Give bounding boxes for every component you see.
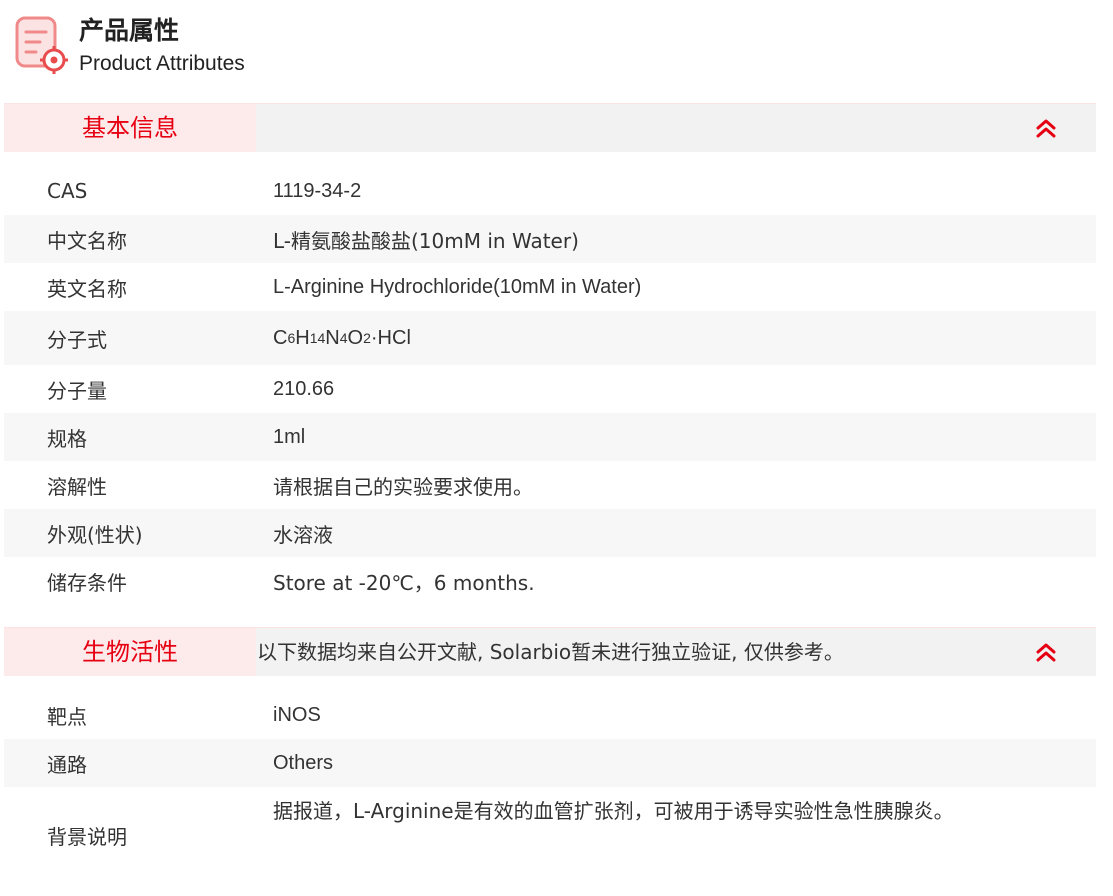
row-value: Store at -20℃，6 months. — [273, 570, 535, 595]
row-label: 溶解性 — [47, 474, 107, 499]
bio-activity-table: 靶点 iNOS 通路 Others 背景说明 据报道，L-Arginine是有效… — [4, 691, 1096, 883]
molecular-formula: C 6 H 14 N 4 O 2 ·HCl — [273, 326, 411, 349]
document-settings-icon — [15, 16, 68, 74]
double-chevron-up-icon[interactable] — [1034, 640, 1058, 664]
page-title-cn: 产品属性 — [79, 16, 180, 45]
tab-basic-info[interactable]: 基本信息 — [4, 104, 256, 152]
product-attributes-header: 产品属性 Product Attributes — [0, 0, 1113, 100]
row-value: Others — [273, 751, 334, 774]
row-label: 通路 — [47, 752, 87, 777]
table-row: 通路 Others — [4, 739, 1096, 787]
disclaimer-note: 以下数据均来自公开文献, Solarbio暂未进行独立验证, 仅供参考。 — [257, 640, 844, 664]
table-row: 靶点 iNOS — [4, 691, 1096, 739]
row-label: CAS — [47, 179, 88, 203]
tab-bio-activity[interactable]: 生物活性 — [4, 628, 256, 676]
page-title-en: Product Attributes — [79, 52, 245, 75]
table-row: 英文名称 L-Arginine Hydrochloride(10mM in Wa… — [4, 263, 1096, 311]
table-row: 外观(性状) 水溶液 — [4, 509, 1096, 557]
row-label: 靶点 — [47, 704, 87, 729]
basic-info-table: CAS 1119-34-2 中文名称 L-精氨酸盐酸盐(10mM in Wate… — [4, 167, 1096, 605]
row-label: 英文名称 — [47, 276, 127, 301]
table-row: 分子式 C 6 H 14 N 4 O 2 ·HCl — [4, 311, 1096, 365]
row-value: iNOS — [273, 703, 321, 726]
row-label: 规格 — [47, 426, 87, 451]
basic-info-section-bar: 基本信息 — [4, 103, 1096, 152]
row-value: 1ml — [273, 425, 306, 448]
row-value: 1119-34-2 — [273, 179, 362, 202]
row-label: 外观(性状) — [47, 522, 143, 547]
row-value: 210.66 — [273, 377, 335, 400]
table-row: 背景说明 据报道，L-Arginine是有效的血管扩张剂，可被用于诱导实验性急性… — [4, 787, 1096, 883]
row-label: 分子量 — [47, 378, 107, 403]
row-label: 中文名称 — [47, 228, 127, 253]
row-label: 背景说明 — [47, 824, 127, 849]
row-value: 水溶液 — [273, 522, 333, 547]
table-row: 分子量 210.66 — [4, 365, 1096, 413]
double-chevron-up-icon[interactable] — [1034, 116, 1058, 140]
row-value: L-Arginine Hydrochloride(10mM in Water) — [273, 275, 642, 298]
table-row: 储存条件 Store at -20℃，6 months. — [4, 557, 1096, 605]
table-row: 规格 1ml — [4, 413, 1096, 461]
bio-activity-section-bar: 生物活性 以下数据均来自公开文献, Solarbio暂未进行独立验证, 仅供参考… — [4, 627, 1096, 676]
table-row: 中文名称 L-精氨酸盐酸盐(10mM in Water) — [4, 215, 1096, 263]
row-value: 请根据自己的实验要求使用。 — [273, 474, 533, 499]
row-value: 据报道，L-Arginine是有效的血管扩张剂，可被用于诱导实验性急性胰腺炎。 — [273, 799, 954, 823]
table-row: CAS 1119-34-2 — [4, 167, 1096, 215]
row-label: 储存条件 — [47, 570, 127, 595]
row-value: L-精氨酸盐酸盐(10mM in Water) — [273, 228, 579, 253]
table-row: 溶解性 请根据自己的实验要求使用。 — [4, 461, 1096, 509]
row-label: 分子式 — [47, 327, 107, 352]
